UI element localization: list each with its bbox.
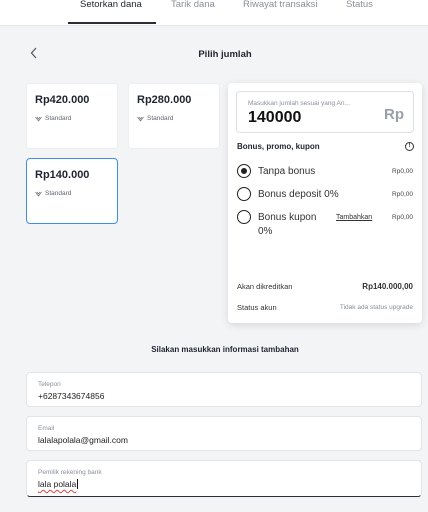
- amount-input-placeholder: Masukkan jumlah sesuai yang An...: [248, 100, 350, 107]
- option-label: Tanpa bonus: [258, 166, 316, 177]
- bank-owner-field-label: Pemilik rekening bank: [38, 469, 102, 476]
- tab-status[interactable]: Status: [346, 0, 373, 26]
- status-value: Tidak ada status upgrade: [339, 304, 413, 311]
- credited-label: Akan dikreditkan: [237, 282, 293, 291]
- card-tag: Standard: [35, 115, 71, 122]
- option-deposit-bonus[interactable]: Bonus deposit 0% Rp0,00: [237, 187, 413, 203]
- email-field-value: lalalapolala@gmail.com: [38, 435, 128, 445]
- option-label-line1: Bonus kupon: [258, 212, 317, 223]
- option-label: Bonus kupon 0%: [258, 211, 316, 239]
- option-value: Rp0,00: [392, 168, 413, 175]
- phone-field[interactable]: Telepon +6287343674856: [26, 372, 422, 407]
- tab-transaction-history[interactable]: Riwayat transaksi: [243, 0, 317, 26]
- account-status-row: Status akun Tidak ada status upgrade: [237, 303, 413, 312]
- card-tag-label: Standard: [45, 190, 72, 197]
- option-label: Bonus deposit 0%: [258, 189, 339, 200]
- tier-icon: [35, 116, 42, 122]
- bank-owner-field-value: lala polala: [38, 479, 79, 489]
- credited-value: Rp140.000,00: [362, 282, 413, 291]
- amount-card-140000[interactable]: Rp140.000 Standard: [26, 158, 118, 224]
- text-caret: [77, 479, 79, 489]
- extra-info-title: Silakan masukkan informasi tambahan: [151, 345, 299, 354]
- top-tab-bar: Setorkan dana Tarik dana Riwayat transak…: [0, 0, 428, 26]
- radio-button[interactable]: [237, 210, 251, 224]
- tier-icon: [35, 191, 42, 197]
- email-field[interactable]: Email lalalapolala@gmail.com: [26, 416, 422, 451]
- page-title: Pilih jumlah: [198, 49, 252, 60]
- phone-field-label: Telepon: [38, 381, 61, 388]
- status-label: Status akun: [237, 303, 277, 312]
- amount-panel: Masukkan jumlah sesuai yang An... 140000…: [228, 83, 422, 323]
- phone-field-value: +6287343674856: [38, 391, 105, 401]
- option-coupon-bonus[interactable]: Bonus kupon 0% Tambahkan Rp0,00: [237, 210, 413, 242]
- card-amount: Rp140.000: [35, 169, 90, 181]
- option-value: Rp0,00: [392, 214, 413, 221]
- card-tag: Standard: [35, 190, 71, 197]
- active-tab-indicator: [68, 22, 156, 24]
- tier-icon: [137, 116, 144, 122]
- card-tag: Standard: [137, 115, 173, 122]
- card-tag-label: Standard: [147, 115, 174, 122]
- amount-card-280000[interactable]: Rp280.000 Standard: [128, 83, 220, 149]
- info-icon[interactable]: !: [405, 142, 414, 151]
- tab-withdraw[interactable]: Tarik dana: [171, 0, 215, 26]
- amount-card-420000[interactable]: Rp420.000 Standard: [26, 83, 118, 149]
- option-value: Rp0,00: [392, 191, 413, 198]
- bank-account-owner-field[interactable]: Pemilik rekening bank lala polala: [26, 460, 422, 497]
- radio-button[interactable]: [237, 187, 251, 201]
- email-field-label: Email: [38, 425, 55, 432]
- card-amount: Rp280.000: [137, 94, 192, 106]
- option-label-line2: 0%: [258, 226, 273, 237]
- currency-label: Rp: [384, 106, 404, 123]
- card-amount: Rp420.000: [35, 94, 90, 106]
- credited-row: Akan dikreditkan Rp140.000,00: [237, 282, 413, 291]
- bonus-heading: Bonus, promo, kupon: [237, 142, 320, 151]
- amount-input[interactable]: Masukkan jumlah sesuai yang An... 140000…: [236, 91, 414, 133]
- radio-button[interactable]: [237, 164, 251, 178]
- option-no-bonus[interactable]: Tanpa bonus Rp0,00: [237, 164, 413, 180]
- add-coupon-link[interactable]: Tambahkan: [336, 214, 372, 221]
- bank-owner-value-text: lala polala: [38, 479, 77, 489]
- card-tag-label: Standard: [45, 115, 72, 122]
- amount-input-value: 140000: [248, 109, 302, 126]
